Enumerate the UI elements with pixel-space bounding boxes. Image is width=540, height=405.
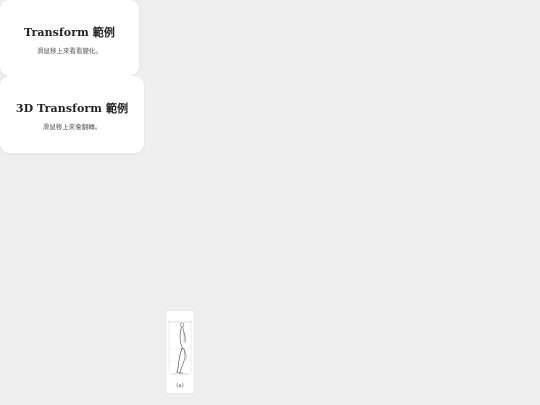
walking-figure-image: (a)	[166, 311, 194, 393]
transform-card-title: Transform 範例	[23, 26, 116, 39]
3d-transform-card-hint: 滑鼠移上來會翻轉。	[42, 123, 102, 131]
3d-transform-card-title: 3D Transform 範例	[15, 102, 129, 115]
figure-caption: (a)	[176, 383, 184, 389]
walking-figure-drawing	[168, 319, 192, 375]
transform-card-hint: 滑鼠移上來看看變化。	[37, 47, 102, 55]
page-canvas: Transform 範例 滑鼠移上來看看變化。 3D Transform 範例 …	[0, 0, 540, 405]
transform-example-card[interactable]: Transform 範例 滑鼠移上來看看變化。	[0, 0, 139, 76]
3d-transform-example-card[interactable]: 3D Transform 範例 滑鼠移上來會翻轉。	[0, 76, 144, 153]
